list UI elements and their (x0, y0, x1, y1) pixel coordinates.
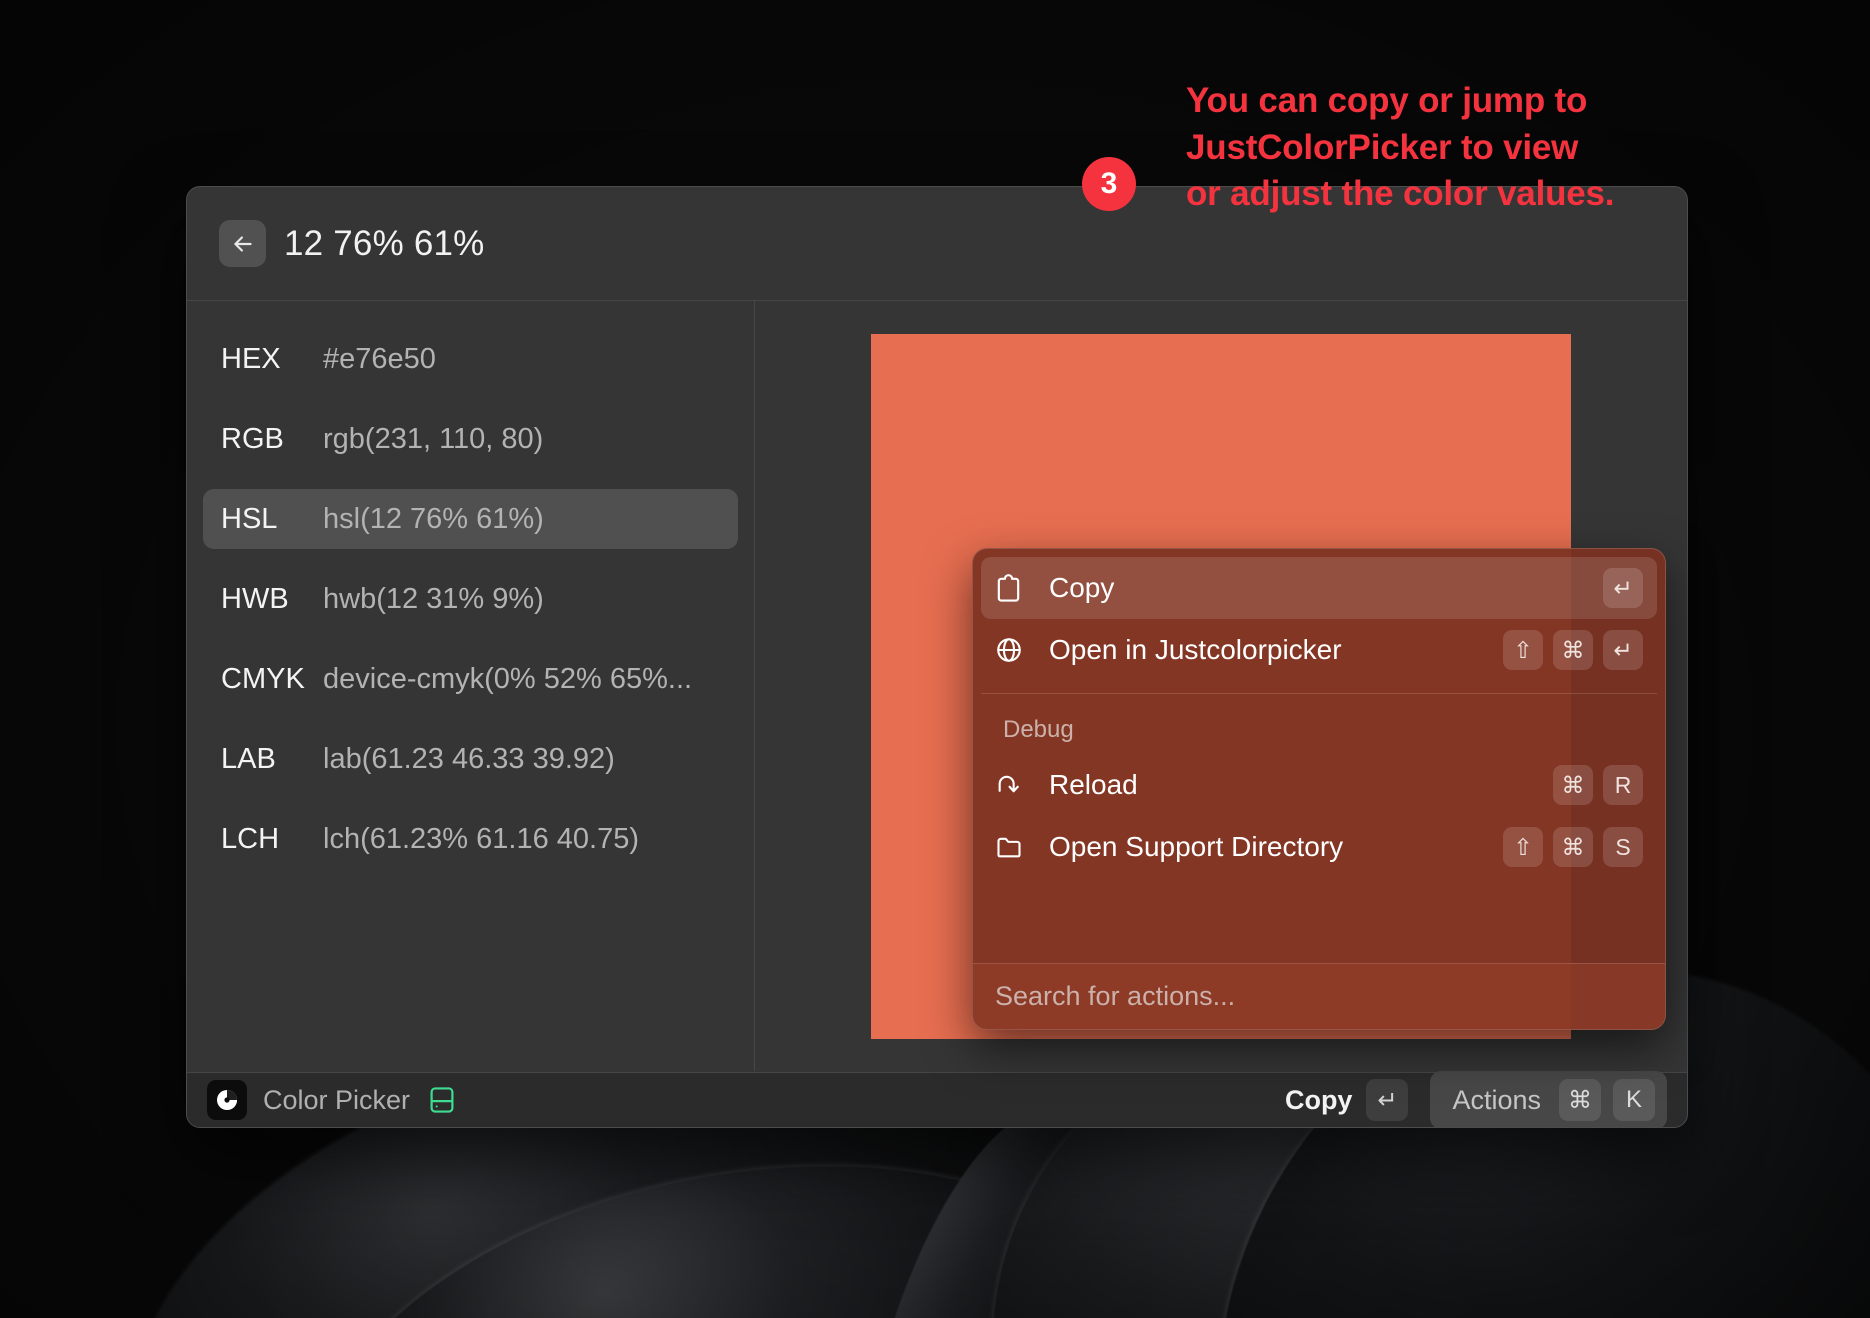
actions-search-bar[interactable]: Search for actions... (973, 963, 1665, 1029)
format-row-lab[interactable]: LAB lab(61.23 46.33 39.92) (203, 729, 738, 789)
menu-item-open-support-directory[interactable]: Open Support Directory ⇧ ⌘ S (981, 816, 1657, 878)
app-name-label: Color Picker (263, 1084, 411, 1115)
format-row-hex[interactable]: HEX #e76e50 (203, 329, 738, 389)
format-value: rgb(231, 110, 80) (323, 422, 544, 455)
format-row-hsl[interactable]: HSL hsl(12 76% 61%) (203, 489, 738, 549)
format-value: hwb(12 31% 9%) (323, 582, 544, 615)
folder-icon (995, 834, 1033, 860)
format-value: lab(61.23 46.33 39.92) (323, 742, 615, 775)
menu-section-title-debug: Debug (1003, 716, 1074, 743)
menu-item-shortcut: ⇧ ⌘ ↵ (1503, 630, 1643, 670)
command-key-badge: ⌘ (1553, 827, 1593, 867)
actions-search-input[interactable]: Search for actions... (995, 981, 1235, 1012)
format-row-rgb[interactable]: RGB rgb(231, 110, 80) (203, 409, 738, 469)
command-key-badge: ⌘ (1553, 630, 1593, 670)
format-value: hsl(12 76% 61%) (323, 502, 544, 535)
format-label: CMYK (221, 662, 305, 695)
menu-item-shortcut: ⌘ R (1553, 765, 1643, 805)
reload-icon (995, 772, 1033, 798)
clipboard-icon (995, 573, 1033, 603)
actions-button[interactable]: Actions ⌘ K (1430, 1071, 1667, 1127)
k-key-badge: K (1613, 1079, 1655, 1121)
return-key-badge: ↵ (1603, 630, 1643, 670)
format-label: LAB (221, 742, 276, 775)
format-value: device-cmyk(0% 52% 65%... (323, 662, 693, 695)
r-key-badge: R (1603, 765, 1643, 805)
annotation-step-badge: 3 (1082, 157, 1136, 211)
menu-item-shortcut: ↵ (1603, 568, 1643, 608)
menu-item-open-in-justcolorpicker[interactable]: Open in Justcolorpicker ⇧ ⌘ ↵ (981, 619, 1657, 681)
format-row-lch[interactable]: LCH lch(61.23% 61.16 40.75) (203, 809, 738, 869)
color-picker-app-icon (207, 1080, 247, 1120)
menu-item-label: Open Support Directory (1049, 831, 1344, 862)
actions-popup-items: Copy ↵ Open in Justcolorpicker ⇧ ⌘ ↵ Deb… (973, 549, 1665, 878)
back-button[interactable] (219, 220, 266, 267)
menu-item-copy[interactable]: Copy ↵ (981, 557, 1657, 619)
command-key-badge: ⌘ (1559, 1079, 1601, 1121)
menu-item-label: Reload (1049, 769, 1138, 800)
page-title: 12 76% 61% (284, 223, 485, 263)
annotation-text: You can copy or jump to JustColorPicker … (1186, 81, 1615, 214)
color-wheel-icon (217, 1090, 238, 1110)
format-label: HWB (221, 582, 289, 615)
return-key-badge: ↵ (1366, 1079, 1409, 1121)
actions-button-label: Actions (1452, 1084, 1541, 1115)
actions-popup-menu: Copy ↵ Open in Justcolorpicker ⇧ ⌘ ↵ Deb… (972, 548, 1666, 1030)
shift-key-badge: ⇧ (1503, 630, 1543, 670)
copy-button[interactable]: Copy ↵ (1285, 1079, 1409, 1121)
shift-key-badge: ⇧ (1503, 827, 1543, 867)
window-bottom-bar: Color Picker Copy ↵ Actions ⌘ K (187, 1071, 1687, 1127)
menu-item-shortcut: ⇧ ⌘ S (1503, 827, 1643, 867)
command-key-badge: ⌘ (1553, 765, 1593, 805)
return-key-badge: ↵ (1603, 568, 1643, 608)
format-label: HEX (221, 342, 281, 375)
s-key-badge: S (1603, 827, 1643, 867)
copy-button-label: Copy (1284, 1084, 1353, 1115)
hard-drive-icon (428, 1085, 456, 1115)
menu-item-reload[interactable]: Reload ⌘ R (981, 754, 1657, 816)
globe-icon (995, 636, 1033, 664)
color-format-list: HEX #e76e50 RGB rgb(231, 110, 80) HSL hs… (187, 301, 755, 1071)
format-label: HSL (221, 502, 278, 535)
format-label: RGB (221, 422, 284, 455)
format-row-hwb[interactable]: HWB hwb(12 31% 9%) (203, 569, 738, 629)
arrow-left-icon (233, 235, 252, 252)
format-value: lch(61.23% 61.16 40.75) (323, 822, 639, 855)
menu-item-label: Copy (1049, 572, 1115, 603)
format-label: LCH (221, 822, 280, 855)
format-row-cmyk[interactable]: CMYK device-cmyk(0% 52% 65%... (203, 649, 738, 709)
format-value: #e76e50 (323, 342, 436, 375)
menu-item-label: Open in Justcolorpicker (1049, 634, 1342, 665)
